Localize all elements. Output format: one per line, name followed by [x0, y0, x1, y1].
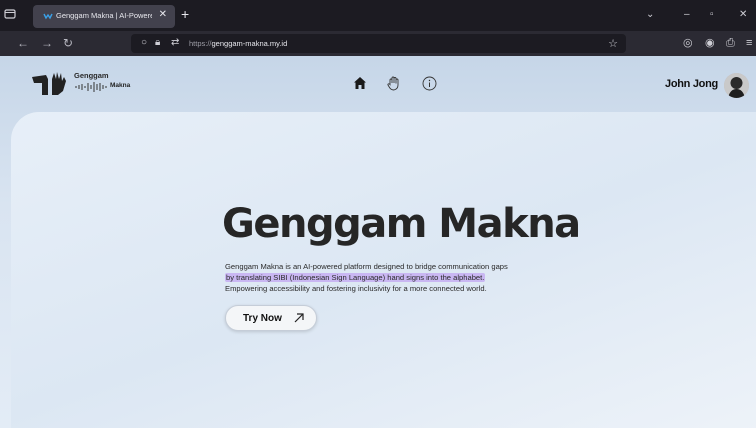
- close-window-icon[interactable]: ✕: [739, 9, 747, 20]
- user-name[interactable]: John Jong: [665, 78, 718, 90]
- tab-overflow-icon[interactable]: ⌄: [646, 9, 654, 20]
- minimize-icon[interactable]: –: [684, 9, 690, 20]
- tab-list-icon[interactable]: [3, 8, 17, 22]
- page: Genggam Makna John Jong Genggam Makna Ge…: [0, 56, 756, 428]
- address-bar[interactable]: ○ 🔒︎ ⇄ https://genggam-makna.my.id ☆: [131, 34, 626, 53]
- browser-navbar: ← → ↻ ○ 🔒︎ ⇄ https://genggam-makna.my.id…: [0, 31, 756, 56]
- bookmark-star-icon[interactable]: ☆: [608, 37, 618, 50]
- avatar[interactable]: [724, 73, 749, 98]
- tab-close-icon[interactable]: ✕: [159, 9, 167, 20]
- tab-title: Genggam Makna | AI-Powered: [56, 11, 152, 20]
- hero-line-3: Empowering accessibility and fostering i…: [225, 284, 487, 293]
- info-icon[interactable]: [422, 76, 437, 91]
- hero-title: Genggam Makna: [222, 201, 581, 247]
- new-tab-button[interactable]: +: [181, 7, 189, 21]
- site-header: Genggam Makna John Jong: [0, 56, 756, 116]
- hero-line-2-highlight: by translating SIBI (Indonesian Sign Lan…: [225, 273, 486, 282]
- account-icon[interactable]: ◉: [705, 37, 715, 49]
- url-text[interactable]: https://genggam-makna.my.id: [189, 39, 287, 48]
- hand-icon[interactable]: [386, 76, 401, 91]
- back-icon[interactable]: ←: [17, 37, 29, 49]
- menu-icon[interactable]: ≡: [746, 37, 752, 49]
- shield-icon[interactable]: ○: [141, 37, 147, 49]
- logo-hand-icon: [32, 72, 66, 95]
- browser-titlebar: Genggam Makna | AI-Powered ✕ + ⌄ – ▫ ✕: [0, 0, 756, 31]
- favicon-icon: [43, 13, 53, 20]
- try-now-button[interactable]: Try Now: [225, 305, 317, 331]
- logo-text: Genggam: [74, 71, 109, 80]
- hero-description: Genggam Makna is an AI-powered platform …: [225, 261, 565, 294]
- permissions-icon[interactable]: ⇄: [171, 37, 179, 49]
- try-now-label: Try Now: [243, 313, 282, 324]
- arrow-up-right-icon: [294, 313, 304, 323]
- extensions-icon[interactable]: ⎙: [726, 37, 735, 49]
- avatar-image: [724, 73, 749, 98]
- browser-tab[interactable]: Genggam Makna | AI-Powered ✕: [33, 5, 175, 28]
- logo-wave-icon: [75, 82, 107, 92]
- restore-icon[interactable]: ▫: [710, 9, 714, 20]
- logo-subtext: Makna: [110, 82, 131, 89]
- hero-line-1: Genggam Makna is an AI-powered platform …: [225, 262, 508, 271]
- forward-icon[interactable]: →: [41, 37, 53, 49]
- main-nav: [353, 76, 439, 96]
- pocket-icon[interactable]: ◎: [683, 37, 693, 49]
- home-icon[interactable]: [353, 76, 367, 90]
- reload-icon[interactable]: ↻: [63, 37, 73, 49]
- site-logo[interactable]: Genggam Makna: [30, 69, 140, 99]
- lock-icon[interactable]: 🔒︎: [155, 37, 160, 49]
